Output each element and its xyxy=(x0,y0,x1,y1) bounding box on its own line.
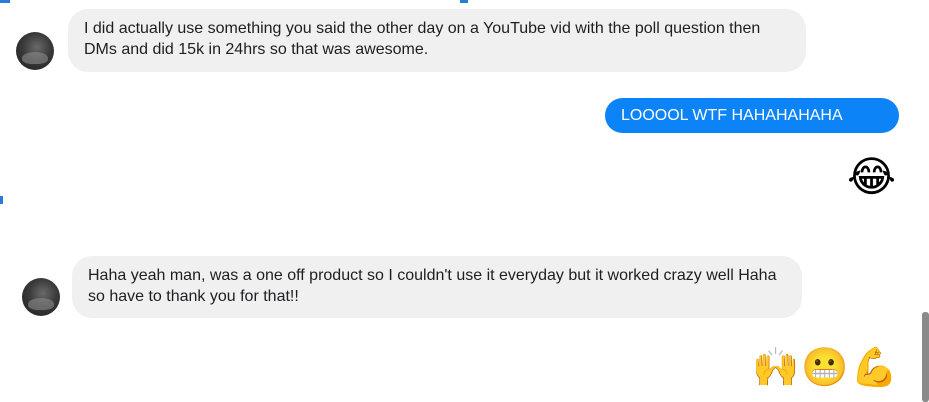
emoji-message[interactable]: 🙌 😬 💪 xyxy=(752,348,898,386)
flexed-biceps-icon: 💪 xyxy=(850,345,898,389)
face-with-tears-of-joy-icon[interactable]: 😂 xyxy=(847,156,896,198)
left-edge-mark xyxy=(0,196,3,204)
incoming-message-bubble[interactable]: I did actually use something you said th… xyxy=(68,9,806,72)
top-edge-mark-left xyxy=(0,0,10,3)
grimacing-face-icon: 😬 xyxy=(801,345,849,389)
raising-hands-icon: 🙌 xyxy=(752,345,800,389)
incoming-message-bubble[interactable]: Haha yeah man, was a one off product so … xyxy=(72,256,802,318)
contact-avatar[interactable] xyxy=(22,278,60,316)
contact-avatar[interactable] xyxy=(16,32,54,70)
outgoing-message-bubble[interactable]: LOOOOL WTF HAHAHAHAHA xyxy=(605,98,899,133)
top-edge-mark-center xyxy=(460,0,468,3)
scrollbar-thumb[interactable] xyxy=(922,312,929,402)
